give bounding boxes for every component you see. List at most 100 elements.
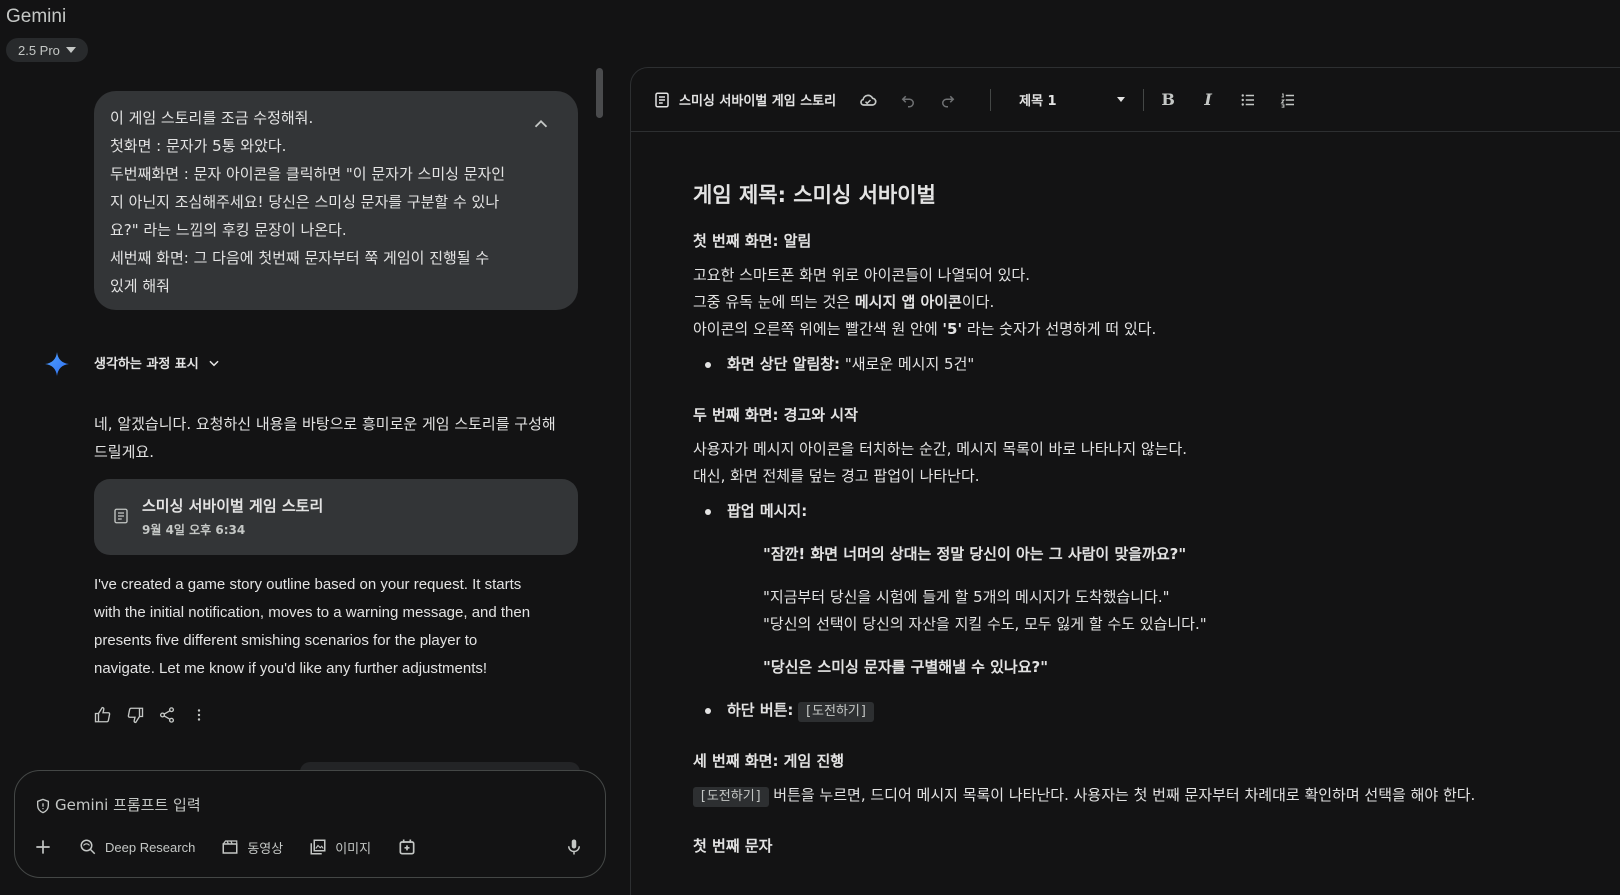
- image-button[interactable]: 이미지: [309, 838, 371, 857]
- undo-button[interactable]: [898, 90, 918, 110]
- assistant-answer: 네, 알겠습니다. 요청하신 내용을 바탕으로 흥미로운 게임 스토리를 구성해…: [94, 410, 584, 466]
- prompt-input-box[interactable]: Gemini 프롬프트 입력 Deep Research 동영상 이미지: [14, 770, 606, 878]
- heading-style-select[interactable]: 제목 1: [1005, 90, 1126, 109]
- more-vert-icon[interactable]: [190, 706, 208, 724]
- code-chip: [도전하기]: [798, 702, 874, 722]
- reply-line: I've created a game story outline based …: [94, 576, 522, 593]
- popup-quote: "지금부터 당신을 시험에 들게 할 5개의 메시지가 도착했습니다.": [763, 588, 1170, 606]
- document-card-title: 스미싱 서바이벌 게임 스토리: [142, 497, 324, 515]
- toolbar-divider: [990, 88, 992, 111]
- document-card[interactable]: 스미싱 서바이벌 게임 스토리 9월 4일 오후 6:34: [94, 479, 578, 555]
- search-globe-icon: [80, 839, 96, 855]
- thumbs-up-icon[interactable]: [94, 706, 112, 724]
- bold-text: 메시지 앱 아이콘: [854, 293, 962, 311]
- answer-line: 드릴게요.: [94, 443, 154, 461]
- image-stack-icon: [310, 839, 326, 855]
- prompt-input[interactable]: Gemini 프롬프트 입력: [55, 794, 201, 815]
- paragraph: 아이콘의 오른쪽 위에는 빨간색 원 안에 '5' 라는 숫자가 선명하게 떠 …: [693, 316, 1613, 343]
- assistant-reply: I've created a game story outline based …: [94, 571, 584, 683]
- user-message-line: 이 게임 스토리를 조금 수정해줘.: [110, 109, 314, 127]
- deep-research-label: Deep Research: [105, 839, 196, 855]
- chevron-up-icon[interactable]: [530, 113, 552, 135]
- model-selector[interactable]: 2.5 Pro: [6, 38, 88, 62]
- bold-text: '5': [942, 320, 963, 338]
- bold-button[interactable]: B: [1158, 90, 1178, 110]
- user-message-line: 지 아닌지 조심해주세요! 당신은 스미싱 문자를 구분할 수 있나: [110, 193, 500, 211]
- undo-icon: [901, 95, 915, 107]
- redo-button[interactable]: [938, 90, 958, 110]
- text-run: 라는 숫자가 선명하게 떠 있다.: [962, 320, 1157, 338]
- document-icon: [114, 508, 128, 524]
- user-message-line: 두번째화면 : 문자 아이콘을 클릭하면 "이 문자가 스미싱 문자인: [110, 165, 506, 183]
- user-message-line: 세번째 화면: 그 다음에 첫번째 문자부터 쭉 게임이 진행될 수: [110, 249, 490, 267]
- add-icon[interactable]: [33, 837, 53, 857]
- text-run: 버튼을 누르면, 드디어 메시지 목록이 나타난다. 사용자는 첫 번째 문자부…: [768, 786, 1476, 804]
- chat-column: 이 게임 스토리를 조금 수정해줘. 첫화면 : 문자가 5통 와았다. 두번째…: [0, 66, 610, 895]
- bullet-list: 하단 버튼: [도전하기]: [703, 697, 1613, 724]
- answer-line: 네, 알겠습니다. 요청하신 내용을 바탕으로 흥미로운 게임 스토리를 구성해: [94, 415, 556, 433]
- cloud-sync-button[interactable]: [858, 90, 878, 110]
- show-thinking-toggle[interactable]: 생각하는 과정 표시: [94, 353, 221, 372]
- italic-button[interactable]: I: [1198, 90, 1218, 110]
- heading-style-value: 제목 1: [1019, 94, 1057, 109]
- list-item: 팝업 메시지:: [703, 498, 1613, 525]
- section-heading: 첫 번째 문자: [693, 837, 773, 855]
- reply-line: presents five different smishing scenari…: [94, 632, 478, 649]
- text-run: "새로운 메시지 5건": [840, 355, 975, 373]
- bold-text: 화면 상단 알림창:: [727, 355, 841, 373]
- document-icon: [655, 92, 669, 107]
- redo-icon: [942, 95, 955, 107]
- chevron-down-icon: [65, 47, 76, 53]
- document-heading: 게임 제목: 스미싱 서바이벌: [693, 183, 936, 207]
- list-item: 화면 상단 알림창: "새로운 메시지 5건": [703, 351, 1613, 378]
- image-label: 이미지: [335, 840, 372, 856]
- document-editor: 스미싱 서바이벌 게임 스토리 제목 1 B I 게임 제목: 스미싱 서바이벌…: [630, 67, 1620, 895]
- bulleted-list-icon: [1241, 93, 1255, 106]
- share-icon[interactable]: [158, 706, 176, 724]
- paragraph: 사용자가 메시지 아이콘을 터치하는 순간, 메시지 목록이 바로 나타나지 않…: [693, 440, 1188, 458]
- response-actions: [94, 706, 208, 724]
- reply-line: with the initial notification, moves to …: [94, 604, 531, 621]
- toolbar-divider: [1143, 88, 1145, 111]
- shield-icon: [37, 798, 49, 814]
- document-title[interactable]: 스미싱 서바이벌 게임 스토리: [679, 90, 836, 109]
- user-message-line: 있게 해줘: [110, 277, 170, 295]
- bullet-list: 팝업 메시지:: [703, 498, 1613, 525]
- canvas-add-icon[interactable]: [397, 837, 417, 857]
- popup-quote: "당신은 스미싱 문자를 구별해낼 수 있나요?": [763, 658, 1049, 676]
- user-message: 이 게임 스토리를 조금 수정해줘. 첫화면 : 문자가 5통 와았다. 두번째…: [94, 91, 578, 310]
- paragraph: 그중 유독 눈에 띄는 것은 메시지 앱 아이콘이다.: [693, 289, 1613, 316]
- chevron-down-icon: [209, 360, 219, 366]
- bulleted-list-button[interactable]: [1238, 90, 1258, 110]
- section-heading: 세 번째 화면: 게임 진행: [693, 752, 845, 770]
- microphone-icon[interactable]: [565, 837, 583, 857]
- clapperboard-icon: [222, 840, 238, 854]
- text-run: 이다.: [961, 293, 995, 311]
- chevron-down-icon: [1117, 97, 1126, 102]
- thumbs-down-icon[interactable]: [126, 706, 144, 724]
- paragraph: [도전하기] 버튼을 누르면, 드디어 메시지 목록이 나타난다. 사용자는 첫…: [693, 782, 1613, 809]
- app-title[interactable]: Gemini: [6, 6, 66, 28]
- video-button[interactable]: 동영상: [221, 838, 283, 857]
- popup-quote: "잠깐! 화면 너머의 상대는 정말 당신이 아는 그 사람이 맞을까요?": [763, 545, 1187, 563]
- prompt-tools: Deep Research 동영상 이미지: [33, 837, 417, 857]
- document-card-date: 9월 4일 오후 6:34: [142, 523, 246, 537]
- gemini-sparkle-icon: [45, 352, 69, 376]
- text-run: 아이콘의 오른쪽 위에는 빨간색 원 안에: [693, 320, 943, 338]
- document-body[interactable]: 게임 제목: 스미싱 서바이벌 첫 번째 화면: 알림 고요한 스마트폰 화면 …: [693, 178, 1613, 867]
- numbered-list-button[interactable]: [1278, 90, 1298, 110]
- section-heading: 첫 번째 화면: 알림: [693, 232, 812, 250]
- model-label: 2.5 Pro: [18, 42, 60, 58]
- list-item: 하단 버튼: [도전하기]: [703, 697, 1613, 724]
- bullet-list: 화면 상단 알림창: "새로운 메시지 5건": [703, 351, 1613, 378]
- text-run: 그중 유독 눈에 띄는 것은: [693, 293, 855, 311]
- numbered-list-icon: [1280, 92, 1295, 108]
- cloud-icon: [860, 94, 877, 106]
- popup-quote: "당신의 선택이 당신의 자산을 지킬 수도, 모두 잃게 할 수도 있습니다.…: [763, 615, 1207, 633]
- video-label: 동영상: [247, 840, 284, 856]
- paragraph: 대신, 화면 전체를 덮는 경고 팝업이 나타난다.: [693, 467, 980, 485]
- deep-research-button[interactable]: Deep Research: [79, 838, 195, 856]
- bold-text: 하단 버튼:: [727, 701, 794, 719]
- user-message-line: 첫화면 : 문자가 5통 와았다.: [110, 137, 287, 155]
- user-message-line: 요?" 라는 느낌의 후킹 문장이 나온다.: [110, 221, 347, 239]
